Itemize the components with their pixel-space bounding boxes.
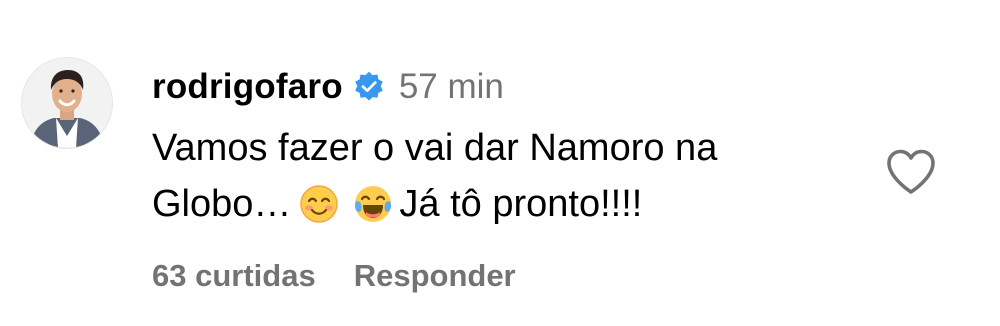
- comment: rodrigofaro 57 min Vamos fazer o vai dar…: [0, 0, 1000, 326]
- reply-button[interactable]: Responder: [354, 258, 516, 294]
- heart-icon[interactable]: [885, 148, 937, 196]
- smiling-face-icon: [299, 184, 339, 224]
- face-with-tears-of-joy-icon: [353, 184, 393, 224]
- comment-actions: 63 curtidas Responder: [152, 254, 516, 298]
- comment-header: rodrigofaro 57 min: [152, 62, 504, 112]
- comment-text-part2: Já tô pronto!!!!: [399, 183, 643, 225]
- verified-badge-icon: [353, 71, 385, 103]
- avatar[interactable]: [22, 58, 112, 148]
- comment-text: Vamos fazer o vai dar Namoro na Globo… Já…: [152, 120, 852, 232]
- comment-timestamp: 57 min: [398, 67, 504, 106]
- username[interactable]: rodrigofaro: [152, 67, 343, 107]
- likes-count[interactable]: 63 curtidas: [152, 258, 316, 294]
- avatar-image: [22, 58, 112, 148]
